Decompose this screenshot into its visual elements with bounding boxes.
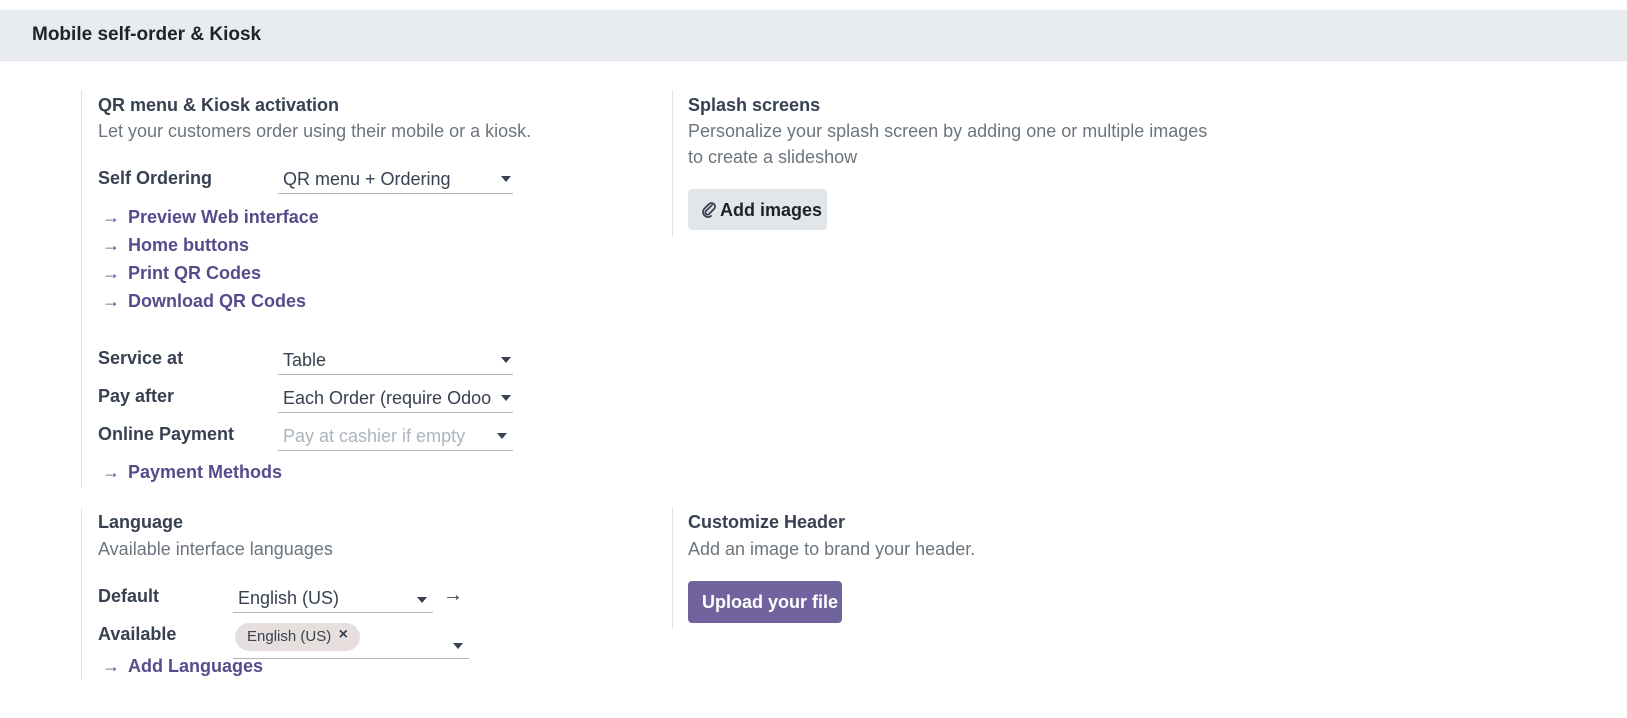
default-language-select[interactable]: English (US) (233, 583, 433, 613)
chevron-down-icon (501, 357, 511, 363)
splash-screens-description-line1: Personalize your splash screen by adding… (688, 121, 1208, 141)
service-at-label: Service at (98, 348, 184, 368)
self-ordering-label: Self Ordering (98, 168, 213, 188)
chevron-down-icon (501, 176, 511, 182)
default-language-label: Default (98, 586, 160, 606)
language-tag-label: English (US) (247, 628, 332, 645)
payment-methods-link[interactable]: → Payment Methods (102, 462, 282, 483)
customize-header-description: Add an image to brand your header. (688, 539, 976, 559)
default-language-value: English (US) (238, 588, 340, 608)
arrow-right-icon: → (102, 656, 120, 676)
language-tag: English (US) × (235, 623, 360, 651)
chevron-down-icon (453, 643, 463, 649)
customize-header-title: Customize Header (688, 512, 846, 532)
link-label: Home buttons (128, 235, 249, 255)
pay-after-select[interactable]: Each Order (require Odoo Payment) (278, 383, 513, 413)
arrow-right-icon: → (102, 462, 120, 482)
pay-after-value: Each Order (require Odoo Payment) (283, 388, 493, 408)
available-languages-field[interactable]: English (US) × (233, 619, 469, 659)
available-languages-label: Available (98, 624, 177, 644)
online-payment-select[interactable]: Pay at cashier if empty (278, 421, 513, 451)
paperclip-icon (701, 200, 717, 218)
link-label: Preview Web interface (128, 207, 319, 227)
qr-kiosk-title: QR menu & Kiosk activation (98, 95, 340, 115)
online-payment-placeholder: Pay at cashier if empty (283, 426, 466, 446)
language-block: Language Available interface languages D… (81, 508, 641, 680)
link-label: Download QR Codes (128, 291, 307, 311)
chevron-down-icon (501, 395, 511, 401)
link-label: Print QR Codes (128, 263, 262, 283)
service-at-value: Table (283, 350, 327, 370)
section-header: Mobile self-order & Kiosk (0, 10, 1627, 61)
chevron-down-icon (497, 433, 507, 439)
home-buttons-link[interactable]: → Home buttons (102, 235, 249, 256)
add-images-button[interactable]: Add images (688, 189, 827, 230)
splash-screens-title: Splash screens (688, 95, 821, 115)
splash-screens-block: Splash screens Personalize your splash s… (672, 90, 1232, 236)
arrow-right-icon: → (102, 291, 120, 311)
arrow-right-icon: → (102, 235, 120, 255)
arrow-right-icon: → (102, 263, 120, 283)
add-images-label: Add images (720, 200, 823, 220)
language-description: Available interface languages (98, 539, 333, 559)
language-title: Language (98, 512, 184, 532)
qr-kiosk-block: QR menu & Kiosk activation Let your cust… (81, 90, 641, 488)
chevron-down-icon (417, 597, 427, 603)
link-label: Payment Methods (128, 462, 283, 482)
top-strip (0, 0, 1627, 10)
self-ordering-value: QR menu + Ordering (283, 169, 451, 189)
upload-file-button[interactable]: Upload your file (688, 581, 842, 623)
splash-screens-description-line2: to create a slideshow (688, 147, 858, 167)
pay-after-label: Pay after (98, 386, 175, 406)
link-label: Add Languages (128, 656, 264, 676)
section-title: Mobile self-order & Kiosk (32, 24, 262, 45)
add-languages-link[interactable]: → Add Languages (102, 656, 263, 677)
preview-web-interface-link[interactable]: → Preview Web interface (102, 207, 319, 228)
arrow-right-icon: → (102, 207, 120, 227)
arrow-right-icon[interactable]: → (443, 584, 463, 607)
close-icon[interactable]: × (339, 626, 348, 644)
download-qr-codes-link[interactable]: → Download QR Codes (102, 291, 306, 312)
print-qr-codes-link[interactable]: → Print QR Codes (102, 263, 261, 284)
self-ordering-select[interactable]: QR menu + Ordering (278, 164, 513, 194)
upload-file-label: Upload your file (702, 592, 839, 612)
qr-kiosk-description: Let your customers order using their mob… (98, 121, 532, 141)
service-at-select[interactable]: Table (278, 345, 513, 375)
online-payment-label: Online Payment (98, 424, 235, 444)
customize-header-block: Customize Header Add an image to brand y… (672, 508, 1232, 628)
